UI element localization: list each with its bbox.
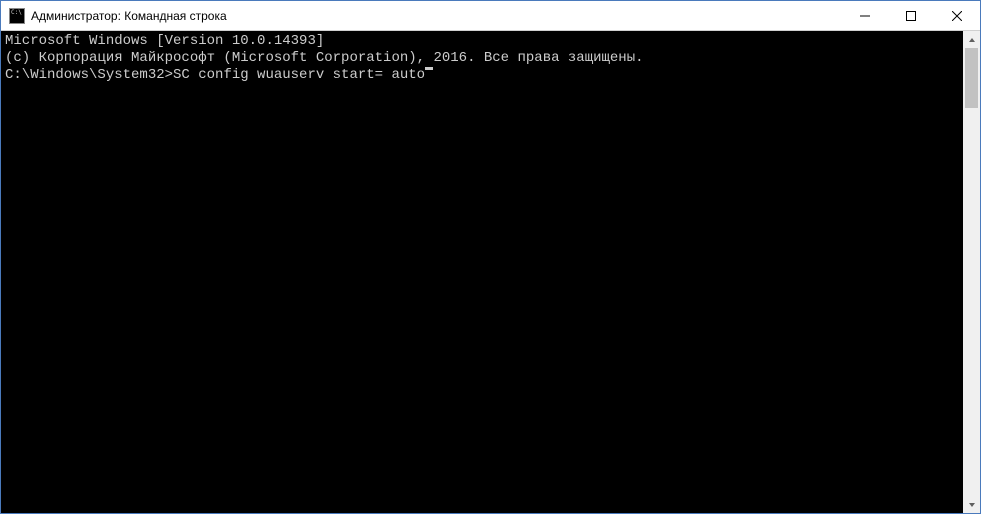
window-title: Администратор: Командная строка xyxy=(31,9,842,23)
prompt-line: C:\Windows\System32>SC config wuauserv s… xyxy=(5,67,959,84)
output-line: Microsoft Windows [Version 10.0.14393] xyxy=(5,33,959,50)
titlebar[interactable]: Администратор: Командная строка xyxy=(1,1,980,31)
minimize-button[interactable] xyxy=(842,1,888,30)
cmd-icon xyxy=(9,8,25,24)
scrollbar-track[interactable] xyxy=(963,48,980,496)
scroll-down-button[interactable] xyxy=(963,496,980,513)
prompt: C:\Windows\System32> xyxy=(5,67,173,84)
cursor xyxy=(425,67,433,70)
scroll-up-button[interactable] xyxy=(963,31,980,48)
terminal-output[interactable]: Microsoft Windows [Version 10.0.14393](c… xyxy=(1,31,963,513)
close-button[interactable] xyxy=(934,1,980,30)
scrollbar-thumb[interactable] xyxy=(965,48,978,108)
command-input[interactable]: SC config wuauserv start= auto xyxy=(173,67,425,84)
output-line: (c) Корпорация Майкрософт (Microsoft Cor… xyxy=(5,50,959,67)
command-prompt-window: Администратор: Командная строка Microsof… xyxy=(0,0,981,514)
client-area: Microsoft Windows [Version 10.0.14393](c… xyxy=(1,31,980,513)
maximize-button[interactable] xyxy=(888,1,934,30)
window-controls xyxy=(842,1,980,30)
vertical-scrollbar[interactable] xyxy=(963,31,980,513)
